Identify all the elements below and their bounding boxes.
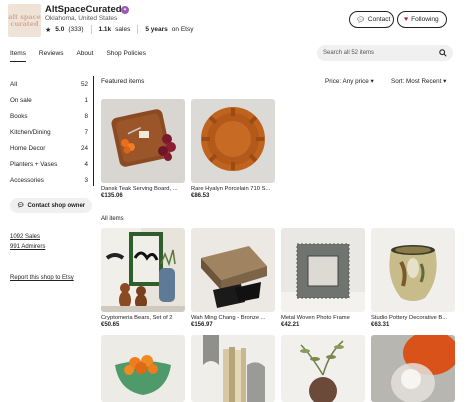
category-count: 1 xyxy=(84,96,88,104)
following-button[interactable]: ♥ Following xyxy=(397,11,447,28)
category-count: 7 xyxy=(84,128,88,136)
sidebar-item-on-sale[interactable]: On sale 1 xyxy=(10,92,90,108)
listing-price: €63.31 xyxy=(371,322,390,328)
sales-label: sales xyxy=(115,26,131,33)
listing-title[interactable]: Studio Pottery Decorative B... xyxy=(371,315,455,321)
shop-search-input[interactable]: Search all 52 items xyxy=(317,45,453,61)
divider xyxy=(137,25,139,34)
listing-card[interactable] xyxy=(371,335,455,402)
sales-count: 1.1k xyxy=(98,26,112,33)
years-label: on Etsy xyxy=(171,26,194,33)
sidebar-item-kitchen-dining[interactable]: Kitchen/Dining 7 xyxy=(10,124,90,140)
category-count: 8 xyxy=(84,112,88,120)
listing-title[interactable]: Cryptomeria Bears, Set of 2 xyxy=(101,315,185,321)
category-label: Kitchen/Dining xyxy=(10,128,51,136)
price-filter-dropdown[interactable]: Price: Any price ▾ xyxy=(325,78,374,85)
following-label: Following xyxy=(411,16,439,23)
listing-image[interactable] xyxy=(281,335,365,402)
sort-dropdown[interactable]: Sort: Most Recent ▾ xyxy=(391,78,446,85)
heart-icon: ♥ xyxy=(404,16,409,23)
tab-items[interactable]: Items xyxy=(10,50,26,62)
listing-card[interactable] xyxy=(101,335,185,402)
chevron-down-icon: ▾ xyxy=(443,78,447,85)
listing-title[interactable]: Rare Hyalyn Porcelain 710 S... xyxy=(191,186,275,192)
listing-card[interactable]: Cryptomeria Bears, Set of 2 €50.65 xyxy=(101,228,185,328)
category-label: Planters + Vases xyxy=(10,160,58,168)
category-label: Accessories xyxy=(10,176,44,184)
listing-image[interactable] xyxy=(101,335,185,402)
shop-meta: ★ 5.0 (333) 1.1k sales 5 years on Etsy xyxy=(45,25,193,34)
listing-card[interactable] xyxy=(191,335,275,402)
years-value: 5 years xyxy=(145,26,168,33)
listing-image[interactable] xyxy=(281,228,365,312)
contact-button[interactable]: 💬︎ Contact xyxy=(349,11,394,28)
featured-items-heading: Featured items xyxy=(101,78,145,85)
price-filter-label: Price: Any price xyxy=(325,78,369,85)
listing-price: €86.53 xyxy=(191,193,210,199)
tab-about[interactable]: About xyxy=(76,50,93,62)
category-sidebar: All 52 On sale 1 Books 8 Kitchen/Dining … xyxy=(10,76,92,281)
listing-card[interactable]: Metal Woven Photo Frame €42.21 xyxy=(281,228,365,328)
listing-image[interactable] xyxy=(101,228,185,312)
tab-shop-policies[interactable]: Shop Policies xyxy=(106,50,145,62)
shop-location: Oklahoma, United States xyxy=(45,15,118,22)
category-label: Books xyxy=(10,112,28,120)
shop-header: alt space curated AltSpaceCurated ✦ Okla… xyxy=(0,0,474,42)
chat-bubble-icon: 💬︎ xyxy=(16,203,25,209)
listing-card[interactable]: Wah Ming Chang - Bronze ... €156.97 xyxy=(191,228,275,328)
listing-image[interactable] xyxy=(101,99,185,183)
category-count: 52 xyxy=(80,80,88,88)
shop-name: AltSpaceCurated xyxy=(45,4,122,15)
listing-image[interactable] xyxy=(371,228,455,312)
listing-card[interactable]: Rare Hyalyn Porcelain 710 S... €86.53 xyxy=(191,99,275,199)
star-seller-badge-icon: ✦ xyxy=(121,6,129,14)
category-label: All xyxy=(10,80,17,88)
shop-tabs: Items Reviews About Shop Policies xyxy=(10,50,146,62)
tab-reviews[interactable]: Reviews xyxy=(39,50,64,62)
contact-shop-owner-button[interactable]: 💬︎ Contact shop owner xyxy=(10,198,92,213)
reviews-count[interactable]: (333) xyxy=(68,26,83,33)
listing-price: €135.06 xyxy=(101,193,123,199)
all-items-heading: All items xyxy=(101,216,124,222)
star-icon: ★ xyxy=(45,26,52,34)
logo-line2: curated xyxy=(10,19,39,28)
sidebar-active-indicator xyxy=(93,76,94,186)
listing-image[interactable] xyxy=(191,99,275,183)
listing-card[interactable]: Dansk Teak Serving Board, ... €135.06 xyxy=(101,99,185,199)
listing-image[interactable] xyxy=(191,228,275,312)
listing-image[interactable] xyxy=(191,335,275,402)
sidebar-item-all[interactable]: All 52 xyxy=(10,76,90,92)
search-placeholder: Search all 52 items xyxy=(323,50,375,56)
report-shop-link[interactable]: Report this shop to Etsy xyxy=(10,275,90,281)
chevron-down-icon: ▾ xyxy=(370,78,374,85)
sidebar-item-books[interactable]: Books 8 xyxy=(10,108,90,124)
category-count: 3 xyxy=(84,176,88,184)
divider xyxy=(90,25,92,34)
sidebar-item-home-decor[interactable]: Home Decor 24 xyxy=(10,140,90,156)
listing-card[interactable] xyxy=(281,335,365,402)
chat-bubble-icon: 💬︎ xyxy=(356,16,365,24)
sort-label: Sort: Most Recent xyxy=(391,78,442,85)
listing-card[interactable]: Studio Pottery Decorative B... €63.31 xyxy=(371,228,455,328)
listing-price: €156.97 xyxy=(191,322,213,328)
listing-title[interactable]: Wah Ming Chang - Bronze ... xyxy=(191,315,275,321)
sidebar-item-planters-vases[interactable]: Planters + Vases 4 xyxy=(10,156,90,172)
shop-logo[interactable]: alt space curated xyxy=(8,4,41,37)
category-label: Home Decor xyxy=(10,144,46,152)
rating-value: 5.0 xyxy=(55,26,65,33)
listing-image[interactable] xyxy=(371,335,455,402)
category-count: 24 xyxy=(80,144,88,152)
admirers-link[interactable]: 991 Admirers xyxy=(10,244,90,250)
search-icon[interactable] xyxy=(439,49,447,57)
contact-owner-label: Contact shop owner xyxy=(27,202,86,209)
sidebar-item-accessories[interactable]: Accessories 3 xyxy=(10,172,90,188)
listing-price: €50.65 xyxy=(101,322,120,328)
listing-title[interactable]: Metal Woven Photo Frame xyxy=(281,315,365,321)
sales-link[interactable]: 1092 Sales xyxy=(10,234,90,240)
category-label: On sale xyxy=(10,96,32,104)
listing-title[interactable]: Dansk Teak Serving Board, ... xyxy=(101,186,185,192)
listing-price: €42.21 xyxy=(281,322,300,328)
category-count: 4 xyxy=(84,160,88,168)
contact-label: Contact xyxy=(367,16,391,23)
